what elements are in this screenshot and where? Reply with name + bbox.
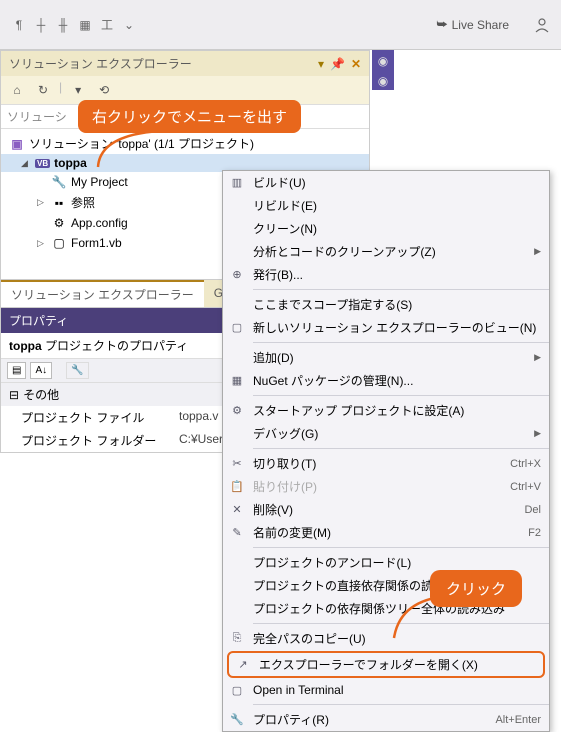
ctx-nuget[interactable]: ▦NuGet パッケージの管理(N)...: [223, 369, 549, 392]
rename-icon: ✎: [227, 525, 247, 541]
search-placeholder-text: ソリューシ: [7, 110, 67, 124]
expander-icon[interactable]: ▷: [37, 197, 47, 208]
ctx-rebuild[interactable]: リビルド(E): [223, 194, 549, 217]
cut-icon: ✂: [227, 456, 247, 472]
terminal-icon: ▢: [227, 682, 247, 698]
view-icon: ▢: [227, 320, 247, 336]
ctx-build[interactable]: ▥ビルド(U): [223, 171, 549, 194]
user-icon[interactable]: [533, 16, 551, 34]
ctx-open-explorer[interactable]: ↗エクスプローラーでフォルダーを開く(X): [227, 651, 545, 678]
share-icon: ⮩: [436, 17, 447, 32]
wrench-icon[interactable]: 🔧: [66, 362, 88, 379]
build-icon: ▥: [227, 175, 247, 191]
project-label: toppa: [54, 156, 87, 170]
align-icon[interactable]: ┼: [32, 16, 50, 34]
expander-icon[interactable]: ▷: [37, 238, 47, 249]
ctx-scope[interactable]: ここまでスコープ指定する(S): [223, 293, 549, 316]
ctx-cut[interactable]: ✂切り取り(T)Ctrl+X: [223, 452, 549, 475]
panel-title: ソリューション エクスプローラー: [9, 55, 318, 72]
chevron-right-icon: ▶: [528, 428, 541, 439]
ctx-rename[interactable]: ✎名前の変更(M)F2: [223, 521, 549, 544]
sync-icon[interactable]: ⟲: [94, 80, 114, 100]
tree-label: Form1.vb: [71, 236, 122, 250]
publish-icon: ⊕: [227, 267, 247, 283]
panel-header: ソリューション エクスプローラー ▾ 📌 ✕: [1, 51, 369, 76]
categorize-icon[interactable]: ▤: [7, 362, 26, 379]
align-icon[interactable]: ▦: [76, 16, 94, 34]
context-menu: ▥ビルド(U) リビルド(E) クリーン(N) 分析とコードのクリーンアップ(Z…: [222, 170, 550, 732]
tree-label: App.config: [71, 216, 128, 230]
chevron-right-icon: ▶: [528, 352, 541, 363]
sort-icon[interactable]: A↓: [30, 362, 52, 379]
startup-icon: ⚙: [227, 403, 247, 419]
main-toolbar: ¶ ┼ ╫ ▦ 工 ⌄ ⮩ Live Share: [0, 0, 561, 50]
align-icon[interactable]: ¶: [10, 16, 28, 34]
tab-solution-explorer[interactable]: ソリューション エクスプローラー: [1, 280, 204, 307]
callout-right-click: 右クリックでメニューを出す: [78, 100, 301, 133]
tree-label: 参照: [71, 194, 95, 211]
live-share-button[interactable]: ⮩ Live Share: [436, 17, 509, 32]
form-icon: ▢: [51, 235, 67, 251]
ctx-analysis[interactable]: 分析とコードのクリーンアップ(Z)▶: [223, 240, 549, 263]
dropdown-icon[interactable]: ▾: [318, 57, 324, 71]
pin-icon[interactable]: 📌: [330, 57, 345, 71]
callout-click: クリック: [430, 570, 522, 607]
category-label: その他: [23, 386, 59, 403]
delete-icon: ✕: [227, 502, 247, 518]
ctx-paste[interactable]: 📋貼り付け(P)Ctrl+V: [223, 475, 549, 498]
refresh-icon[interactable]: ↻: [33, 80, 53, 100]
ctx-publish[interactable]: ⊕発行(B)...: [223, 263, 549, 286]
strip-icon[interactable]: ◉: [378, 54, 388, 68]
copy-icon: ⎘: [227, 631, 247, 647]
prop-key: プロジェクト ファイル: [1, 406, 171, 429]
align-icon[interactable]: 工: [98, 16, 116, 34]
nuget-icon: ▦: [227, 373, 247, 389]
home-icon[interactable]: ⌂: [7, 80, 27, 100]
ctx-clean[interactable]: クリーン(N): [223, 217, 549, 240]
expander-icon[interactable]: ◢: [21, 158, 31, 169]
align-icon[interactable]: ╫: [54, 16, 72, 34]
wrench-icon: 🔧: [227, 712, 247, 728]
ctx-add[interactable]: 追加(D)▶: [223, 346, 549, 369]
dropdown-icon[interactable]: ⌄: [120, 16, 138, 34]
toolbar-icons: ¶ ┼ ╫ ▦ 工 ⌄: [10, 16, 138, 34]
ctx-open-terminal[interactable]: ▢Open in Terminal: [223, 679, 549, 701]
ctx-delete[interactable]: ✕削除(V)Del: [223, 498, 549, 521]
side-strip: ◉ ◉: [372, 50, 394, 90]
live-share-label: Live Share: [452, 18, 509, 32]
vb-icon: VB: [35, 159, 50, 168]
strip-icon[interactable]: ◉: [378, 74, 388, 88]
chevron-right-icon: ▶: [528, 246, 541, 257]
collapse-icon[interactable]: ⊟: [9, 388, 19, 402]
close-icon[interactable]: ✕: [351, 57, 361, 71]
ctx-debug[interactable]: デバッグ(G)▶: [223, 422, 549, 445]
ctx-copy-path[interactable]: ⎘完全パスのコピー(U): [223, 627, 549, 650]
ctx-new-view[interactable]: ▢新しいソリューション エクスプローラーのビュー(N): [223, 316, 549, 339]
ctx-properties[interactable]: 🔧プロパティ(R)Alt+Enter: [223, 708, 549, 731]
refs-icon: ▪▪: [51, 195, 67, 211]
ctx-startup[interactable]: ⚙スタートアップ プロジェクトに設定(A): [223, 399, 549, 422]
paste-icon: 📋: [227, 479, 247, 495]
open-folder-icon: ↗: [233, 657, 253, 673]
tree-label: My Project: [71, 175, 128, 189]
wrench-icon: 🔧: [51, 174, 67, 190]
toggle-icon[interactable]: ▾: [68, 80, 88, 100]
config-icon: ⚙: [51, 215, 67, 231]
prop-key: プロジェクト フォルダー: [1, 429, 171, 452]
solution-icon: ▣: [9, 136, 25, 152]
